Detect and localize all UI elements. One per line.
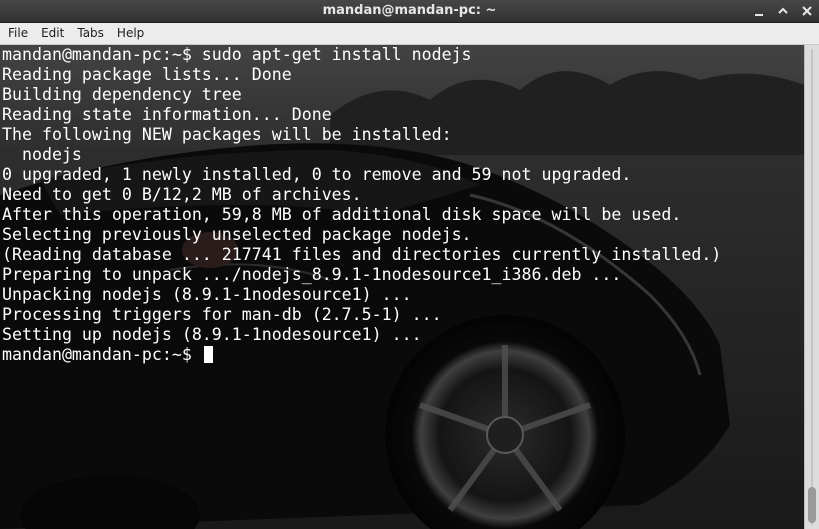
terminal-line: 0 upgraded, 1 newly installed, 0 to remo… [2,165,632,184]
scrollbar-thumb[interactable] [808,487,816,523]
terminal-prompt-line[interactable]: mandan@mandan-pc:~$ [2,345,721,365]
scrollbar-track [811,49,813,525]
menu-file[interactable]: File [0,23,34,44]
terminal-line: The following NEW packages will be insta… [2,125,452,144]
terminal-line: Setting up nodejs (8.9.1-1nodesource1) .… [2,325,422,344]
terminal-line: (Reading database ... 217741 files and d… [2,245,722,264]
window-controls [751,0,815,22]
window-title: mandan@mandan-pc: ~ [322,3,497,18]
terminal-line: Selecting previously unselected package … [2,225,472,244]
terminal-line: mandan@mandan-pc:~$ sudo apt-get install… [2,45,472,64]
terminal-window: mandan@mandan-pc: ~ File Edit Tabs Help … [0,0,819,529]
terminal-text: mandan@mandan-pc:~$ sudo apt-get install… [2,45,721,365]
minimize-button[interactable] [751,3,767,19]
terminal-line: nodejs [2,145,82,164]
terminal-line: Reading state information... Done [2,105,332,124]
minimize-icon [755,14,763,16]
terminal-output-area[interactable]: mandan@mandan-pc:~$ sudo apt-get install… [0,45,804,529]
terminal-line: Reading package lists... Done [2,65,292,84]
menu-bar: File Edit Tabs Help [0,23,819,45]
close-button[interactable] [799,3,815,19]
terminal-line: After this operation, 59,8 MB of additio… [2,205,682,224]
menu-edit[interactable]: Edit [34,23,70,44]
close-icon [802,6,812,16]
terminal-line: Processing triggers for man-db (2.7.5-1)… [2,305,442,324]
maximize-button[interactable] [775,3,791,19]
text-cursor [203,346,213,363]
terminal-line: Preparing to unpack .../nodejs_8.9.1-1no… [2,265,622,284]
menu-help[interactable]: Help [110,23,150,44]
terminal-line: Need to get 0 B/12,2 MB of archives. [2,185,362,204]
menu-tabs[interactable]: Tabs [70,23,110,44]
vertical-scrollbar[interactable] [804,45,819,529]
title-bar[interactable]: mandan@mandan-pc: ~ [0,0,819,23]
terminal-prompt: mandan@mandan-pc:~$ [2,345,192,364]
terminal-line: Building dependency tree [2,85,242,104]
terminal-line: Unpacking nodejs (8.9.1-1nodesource1) ..… [2,285,412,304]
maximize-icon [778,7,788,14]
